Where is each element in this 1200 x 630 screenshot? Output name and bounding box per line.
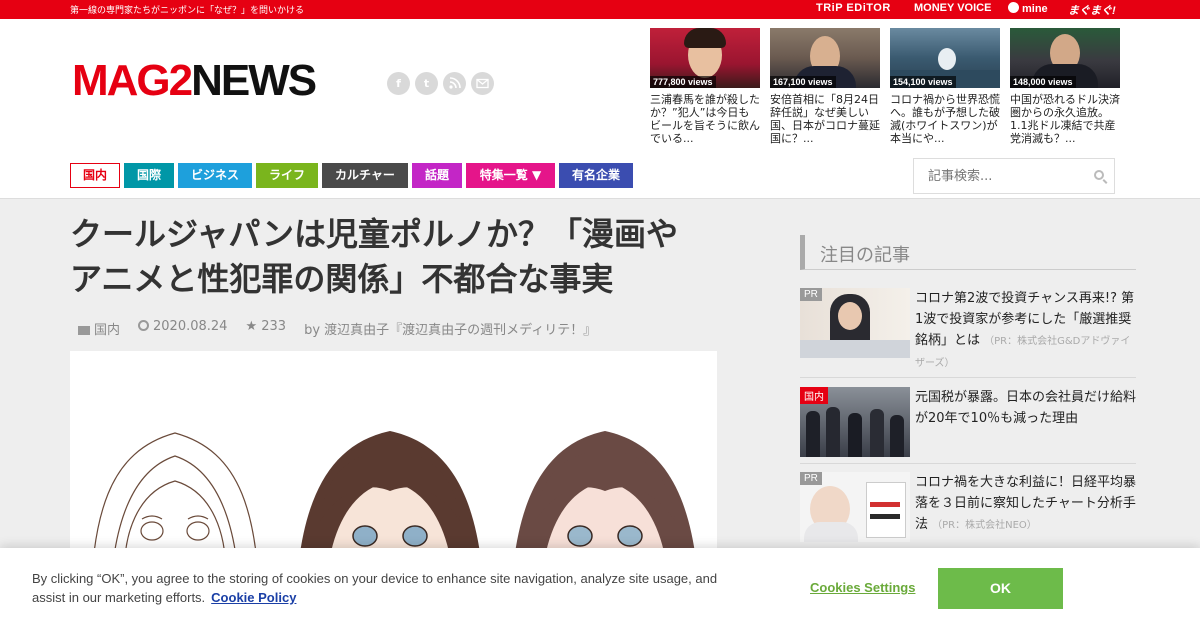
trending-title: 三浦春馬を誰が殺したか？”犯人”は今日もビールを旨そうに飲んでいる... (650, 93, 760, 145)
sidebar-thumbnail: PR (800, 472, 910, 542)
search-icon[interactable] (1094, 170, 1104, 180)
nav-item-life[interactable]: ライフ (256, 163, 318, 188)
nav-item-features-dropdown[interactable]: 特集一覧 ▼ (466, 163, 555, 188)
trending-title: 中国が恐れるドル決済圏からの永久追放。1.1兆ドル凍結で共産党消滅も？... (1010, 93, 1120, 145)
mine-logo-icon (1008, 2, 1019, 13)
nav-item-culture[interactable]: カルチャー (322, 163, 408, 188)
trending-title: 安倍首相に「8月24日辞任説」なぜ美しい国、日本がコロナ蔓延国に？... (770, 93, 880, 145)
site-header: MAG2NEWS f t 777,800 views 三浦春馬を誰が殺したか？”… (0, 19, 1200, 199)
article-meta: 国内 2020.08.24 ★ 233 by 渡辺真由子『渡辺真由子の週刊メディ… (78, 319, 596, 338)
site-logo[interactable]: MAG2NEWS (72, 56, 317, 105)
sponsored-badge: PR (800, 472, 822, 485)
trending-title: コロナ禍から世界恐慌へ。誰もが予想した破滅(ホワイトスワン)が本当にや... (890, 93, 1000, 145)
partner-link-trip-editor[interactable]: TRiP EDiTOR (816, 2, 891, 14)
category-label: 国内 (94, 323, 121, 338)
article-category[interactable]: 国内 (78, 319, 120, 338)
sidebar-article-text: コロナ禍を大きな利益に！日経平均暴落を３日前に察知したチャート分析手法 （PR：… (915, 472, 1137, 536)
partner-link-mine[interactable]: mine (1008, 2, 1048, 15)
trending-thumbnail: 154,100 views (890, 28, 1000, 88)
search-input[interactable] (914, 159, 1084, 193)
partner-label: mine (1022, 3, 1048, 15)
cookie-message: By clicking “OK”, you agree to the stori… (32, 569, 722, 607)
view-count: 167,100 views (770, 76, 836, 88)
sidebar-article-title: 元国税が暴露。日本の会社員だけ給料が20年で10％も減った理由 (915, 390, 1137, 426)
rss-icon[interactable] (443, 72, 466, 95)
top-bar: 第一線の専門家たちがニッポンに「なぜ？」を問いかける TRiP EDiTOR M… (0, 0, 1200, 19)
site-tagline: 第一線の専門家たちがニッポンに「なぜ？」を問いかける (70, 6, 305, 16)
trending-thumbnail: 777,800 views (650, 28, 760, 88)
trending-item[interactable]: 154,100 views コロナ禍から世界恐慌へ。誰もが予想した破滅(ホワイト… (890, 28, 1000, 145)
sidebar-article-text: 元国税が暴露。日本の会社員だけ給料が20年で10％も減った理由 (915, 387, 1137, 429)
trending-item[interactable]: 148,000 views 中国が恐れるドル決済圏からの永久追放。1.1兆ドル凍… (1010, 28, 1120, 145)
article-stars: ★ 233 (245, 319, 287, 334)
trending-item[interactable]: 777,800 views 三浦春馬を誰が殺したか？”犯人”は今日もビールを旨そ… (650, 28, 760, 145)
logo-part-2: NEWS (191, 56, 317, 105)
nav-item-business[interactable]: ビジネス (178, 163, 252, 188)
view-count: 154,100 views (890, 76, 956, 88)
view-count: 148,000 views (1010, 76, 1076, 88)
category-badge: 国内 (800, 387, 828, 404)
sidebar-thumbnail: 国内 (800, 387, 910, 457)
trending-thumbnail: 148,000 views (1010, 28, 1120, 88)
sponsor-label: （PR：株式会社NEO） (932, 520, 1037, 531)
view-count: 777,800 views (650, 76, 716, 88)
partner-link-mag2[interactable]: まぐまぐ! (1068, 2, 1116, 18)
cookie-message-text: By clicking “OK”, you agree to the stori… (32, 571, 718, 605)
cookie-ok-button[interactable]: OK (938, 568, 1063, 609)
sponsored-badge: PR (800, 288, 822, 301)
folder-icon (78, 326, 90, 335)
mail-icon[interactable] (471, 72, 494, 95)
article-headline: クールジャパンは児童ポルノか？「漫画やアニメと性犯罪の関係」不都合な事実 (70, 215, 679, 298)
sidebar-thumbnail: PR (800, 288, 910, 358)
sidebar-heading-label: 注目の記事 (820, 245, 910, 266)
date-label: 2020.08.24 (153, 319, 228, 334)
divider (800, 463, 1136, 464)
search-box (913, 158, 1115, 194)
nav-item-international[interactable]: 国際 (124, 163, 174, 188)
partner-link-money-voice[interactable]: MONEY VOICE (914, 2, 991, 14)
trending-item[interactable]: 167,100 views 安倍首相に「8月24日辞任説」なぜ美しい国、日本がコ… (770, 28, 880, 145)
logo-part-1: MAG2 (72, 56, 193, 105)
twitter-icon[interactable]: t (415, 72, 438, 95)
facebook-icon[interactable]: f (387, 72, 410, 95)
clock-icon (138, 320, 150, 331)
cookie-banner: By clicking “OK”, you agree to the stori… (0, 548, 1200, 630)
nav-item-domestic[interactable]: 国内 (70, 163, 120, 188)
article-author[interactable]: by 渡辺真由子『渡辺真由子の週刊メディリテ！』 (304, 319, 596, 338)
sidebar-heading: 注目の記事 (800, 235, 1136, 270)
trending-thumbnail: 167,100 views (770, 28, 880, 88)
divider (800, 377, 1136, 378)
cookies-settings-button[interactable]: Cookies Settings (810, 580, 915, 595)
category-nav: 国内 国際 ビジネス ライフ カルチャー 話題 特集一覧 ▼ 有名企業 (70, 163, 633, 188)
nav-item-companies[interactable]: 有名企業 (559, 163, 633, 188)
article-date: 2020.08.24 (138, 319, 227, 338)
sidebar-article-text: コロナ第2波で投資チャンス再来!? 第1波で投資家が参考にした「厳選推奨銘柄」と… (915, 288, 1137, 374)
cookie-policy-link[interactable]: Cookie Policy (211, 590, 296, 605)
nav-item-topics[interactable]: 話題 (412, 163, 462, 188)
